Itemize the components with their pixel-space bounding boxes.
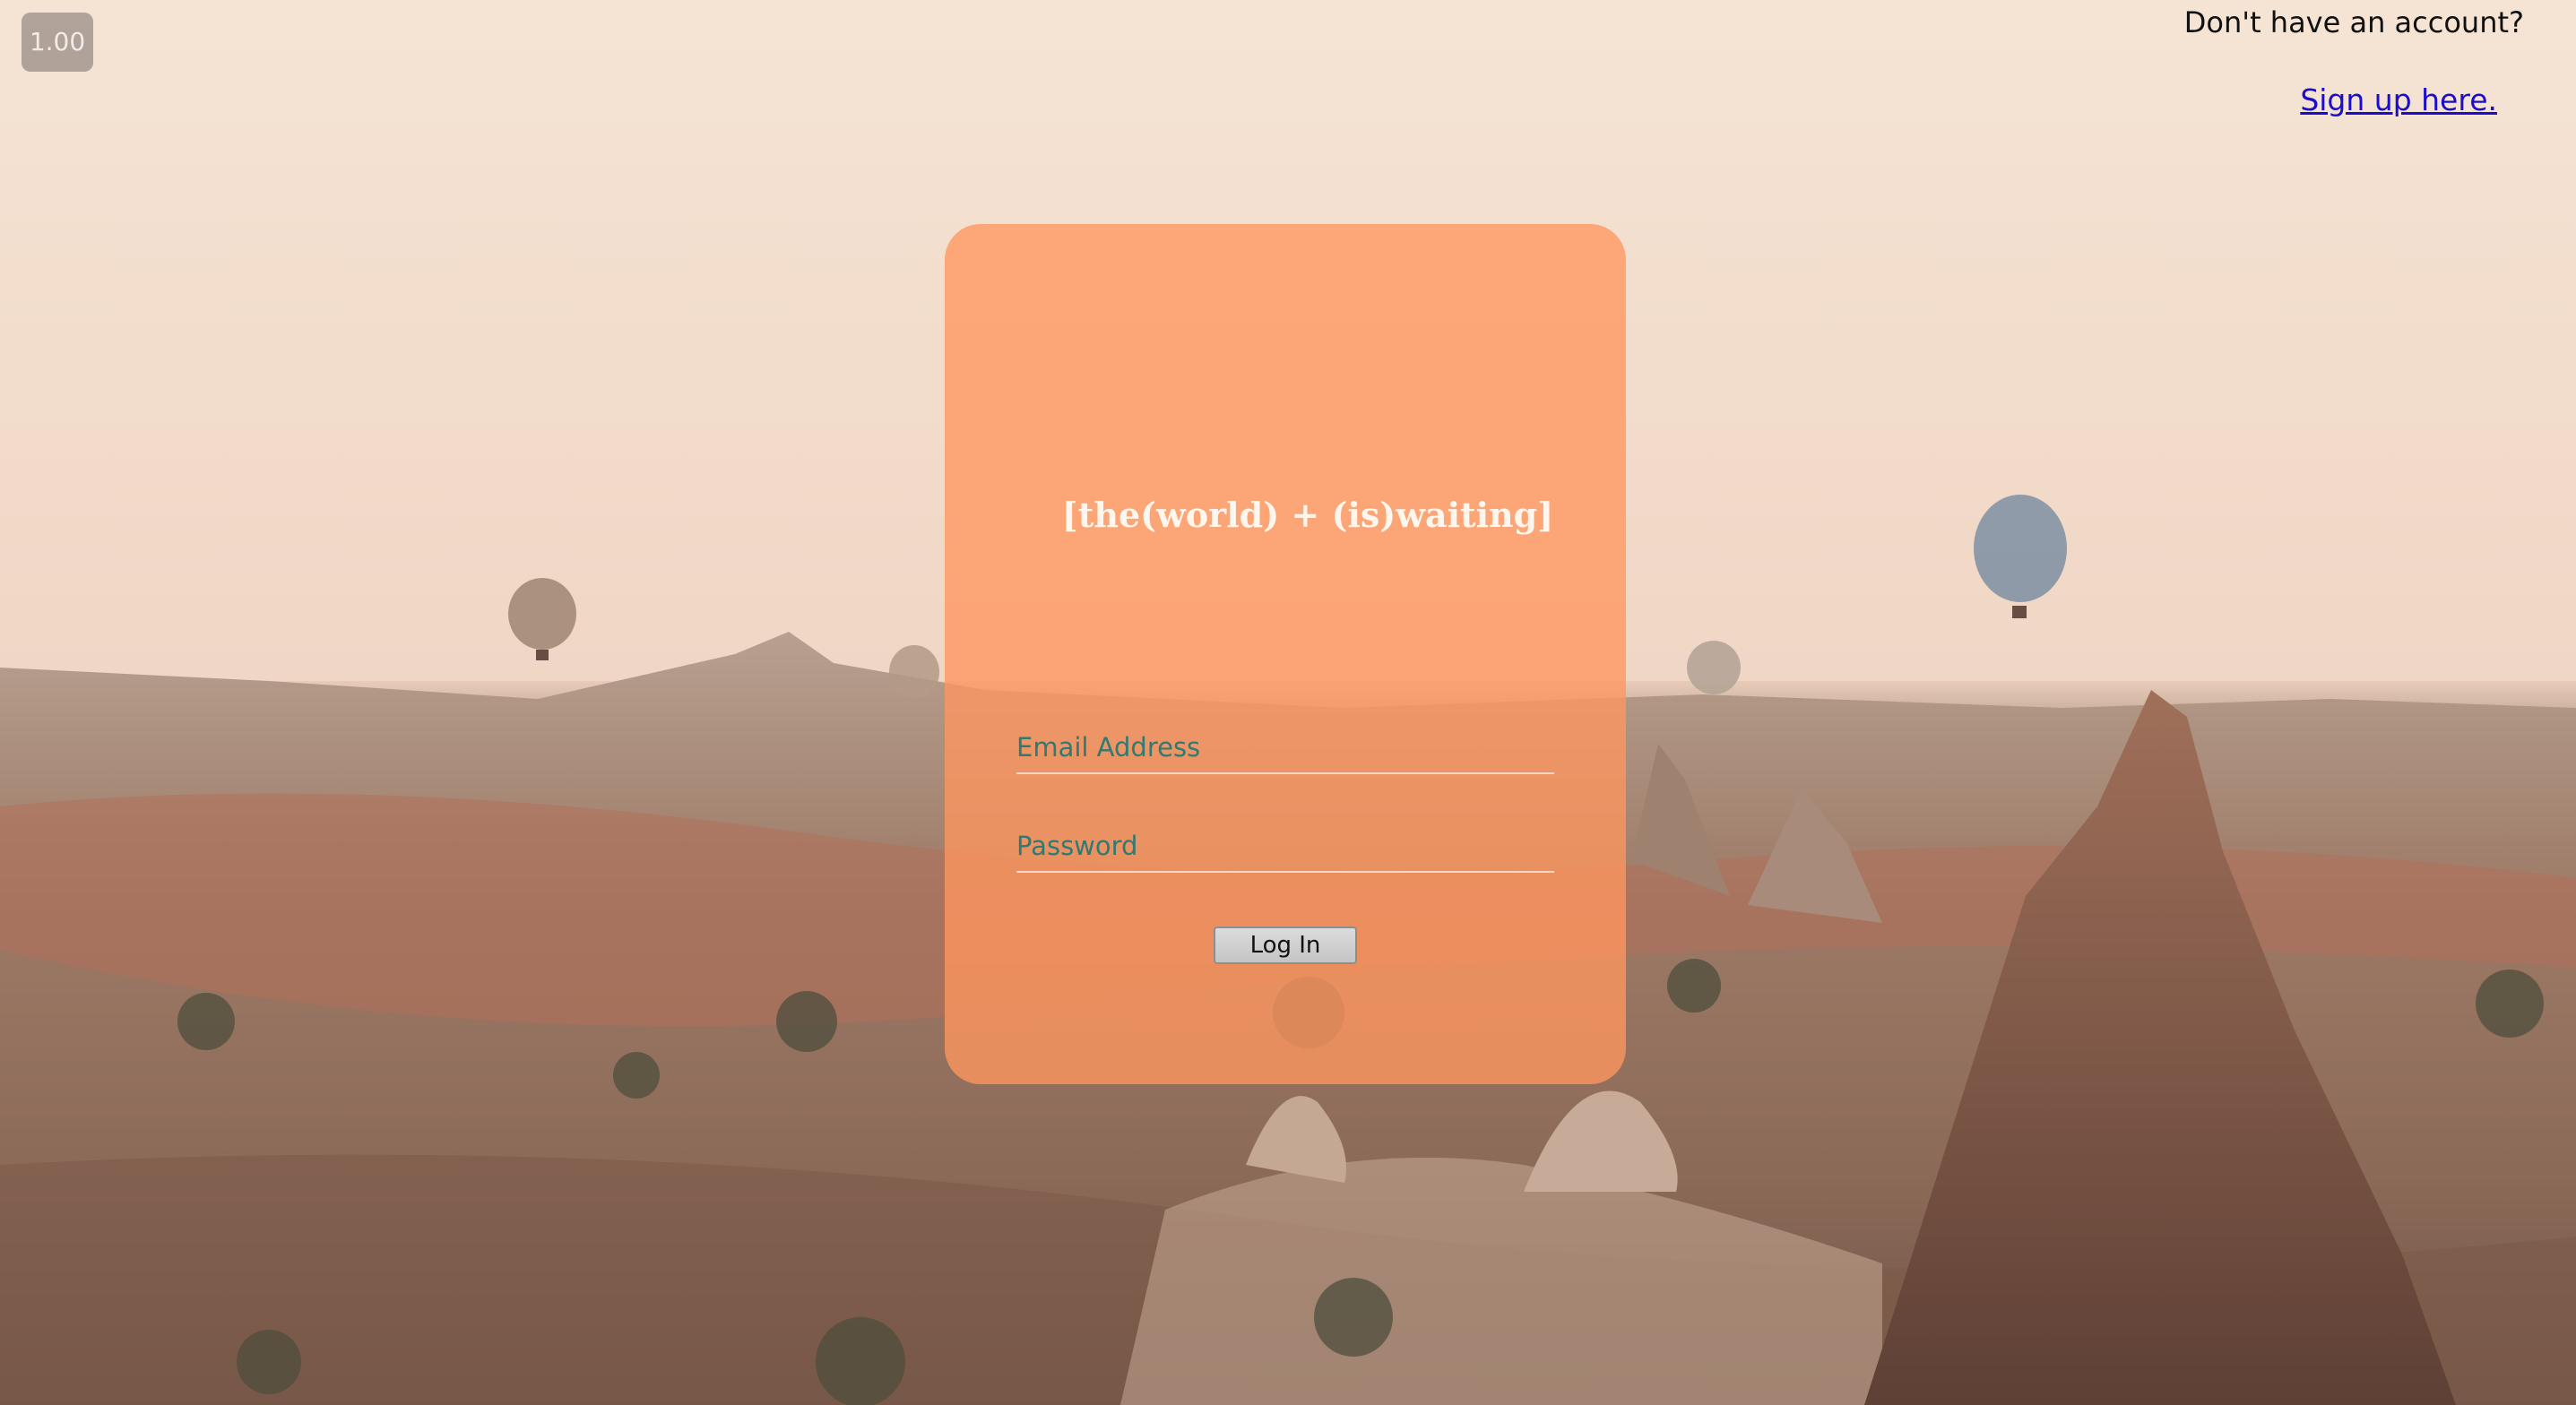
login-button[interactable]: Log In xyxy=(1214,927,1357,964)
balloon-mid xyxy=(889,645,939,699)
email-field[interactable] xyxy=(1016,722,1554,774)
login-card: [the(world) + (is)waiting] Log In xyxy=(945,224,1626,1084)
login-page: 1.00 Don't have an account? Sign up here… xyxy=(0,0,2576,1405)
zoom-level-badge: 1.00 xyxy=(22,13,93,72)
signup-link[interactable]: Sign up here. xyxy=(2300,82,2497,117)
balloon-right-1 xyxy=(1687,641,1741,694)
tagline-title: [the(world) + (is)waiting] xyxy=(1061,495,1554,535)
signup-prompt: Don't have an account? xyxy=(2183,5,2524,39)
password-field[interactable] xyxy=(1016,821,1554,873)
